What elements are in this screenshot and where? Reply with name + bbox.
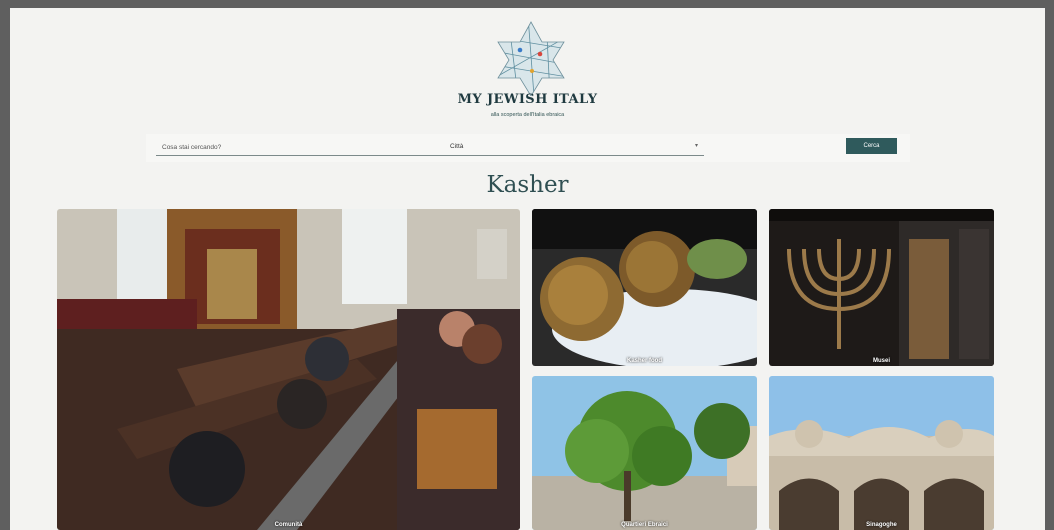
tile-label: Kasher food	[626, 358, 662, 364]
tile-label: Quartieri Ebraici	[621, 522, 668, 528]
category-tile-musei[interactable]: Musei	[769, 209, 994, 366]
city-select[interactable]: Città ▾	[444, 139, 704, 156]
menorah-museum-photo	[769, 209, 994, 366]
page-title: Kasher	[486, 172, 569, 198]
search-bar: Città ▾ Cerca	[146, 134, 910, 162]
synagogue-facade-photo	[769, 376, 994, 530]
star-of-david-map-logo-icon	[497, 21, 565, 97]
synagogue-interior-photo	[57, 209, 520, 530]
category-tile-comunita[interactable]: Comunità	[57, 209, 520, 530]
city-select-label: Città	[450, 143, 464, 150]
jewish-quarter-tree-photo	[532, 376, 757, 530]
chevron-down-icon: ▾	[694, 143, 698, 149]
category-tile-kasher-food[interactable]: Kasher food	[532, 209, 757, 366]
falafel-photo	[532, 209, 757, 366]
category-tile-sinagoghe[interactable]: Sinagoghe	[769, 376, 994, 530]
tile-label: Sinagoghe	[866, 522, 897, 528]
search-button[interactable]: Cerca	[846, 138, 897, 154]
category-tile-quartieri-ebraici[interactable]: Quartieri Ebraici	[532, 376, 757, 530]
page-frame: MY JEWISH ITALY alla scoperta dell'Itali…	[10, 8, 1045, 530]
site-title: MY JEWISH ITALY	[457, 92, 598, 107]
site-logo[interactable]	[488, 16, 574, 97]
site-tagline: alla scoperta dell'Italia ebraica	[490, 112, 565, 118]
tile-label: Musei	[872, 358, 890, 364]
tile-label: Comunità	[274, 522, 303, 528]
search-input[interactable]	[156, 139, 448, 156]
